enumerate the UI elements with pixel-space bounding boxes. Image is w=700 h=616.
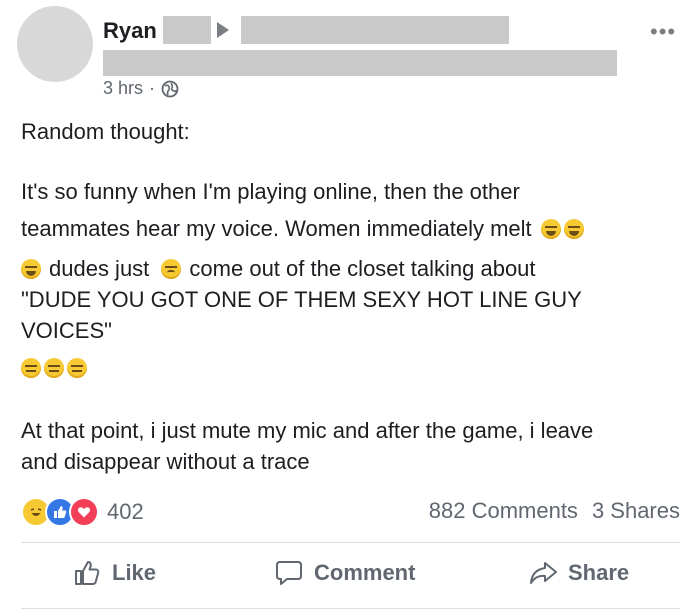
expressionless-emoji-icon — [21, 358, 41, 378]
redacted-group-name — [241, 16, 509, 44]
facebook-post: Ryan ••• 3 hrs · Random thought: It's so… — [0, 0, 700, 616]
love-reaction-icon — [69, 497, 99, 527]
divider — [21, 542, 680, 543]
post-text-line: teammates hear my voice. Women immediate… — [21, 214, 584, 244]
comment-icon — [276, 561, 302, 585]
unamused-emoji-icon — [161, 259, 182, 279]
post-text-line: At that point, i just mute my mic and af… — [21, 418, 594, 443]
post-meta: 3 hrs · — [103, 78, 179, 99]
share-button[interactable]: Share — [528, 558, 629, 588]
post-text-line: VOICES" — [21, 318, 112, 343]
comment-button[interactable]: Comment — [274, 558, 415, 588]
post-text-line: Random thought: — [21, 119, 190, 144]
more-options-icon[interactable]: ••• — [650, 21, 676, 43]
comment-label: Comment — [314, 560, 416, 585]
comment-count[interactable]: 882 Comments — [429, 498, 578, 523]
avatar[interactable] — [17, 6, 93, 82]
share-label: Share — [568, 560, 630, 585]
post-text-fragment: dudes just — [49, 256, 150, 281]
post-text-line: dudes just come out of the closet talkin… — [21, 254, 536, 284]
author-name[interactable]: Ryan — [103, 18, 157, 44]
arrow-right-icon — [217, 22, 229, 38]
timestamp[interactable]: 3 hrs — [103, 78, 143, 99]
laughing-emoji-icon — [21, 259, 41, 279]
like-label: Like — [112, 560, 157, 585]
share-count[interactable]: 3 Shares — [592, 498, 680, 523]
post-text-fragment: teammates hear my voice. Women immediate… — [21, 216, 532, 241]
post-text-line: It's so funny when I'm playing online, t… — [21, 179, 520, 204]
like-button[interactable]: Like — [72, 558, 156, 588]
post-text-line: and disappear without a trace — [21, 449, 310, 474]
redacted-subtitle — [103, 50, 617, 76]
post-text-line — [21, 353, 87, 383]
meta-separator: · — [149, 78, 156, 98]
reaction-summary[interactable]: 402 — [21, 497, 144, 527]
laughing-emoji-icon — [540, 219, 561, 239]
divider — [21, 608, 680, 609]
reaction-count[interactable]: 402 — [107, 499, 144, 525]
post-text-fragment: come out of the closet talking about — [189, 256, 536, 281]
redacted-surname — [163, 16, 211, 44]
engagement-counts: 882 Comments 3 Shares — [429, 498, 680, 524]
globe-icon — [161, 80, 179, 97]
expressionless-emoji-icon — [67, 358, 87, 378]
share-icon — [530, 562, 557, 584]
expressionless-emoji-icon — [44, 358, 64, 378]
post-text-line: "DUDE YOU GOT ONE OF THEM SEXY HOT LINE … — [21, 287, 582, 312]
laughing-emoji-icon — [563, 219, 584, 239]
thumbs-up-icon — [75, 561, 100, 585]
